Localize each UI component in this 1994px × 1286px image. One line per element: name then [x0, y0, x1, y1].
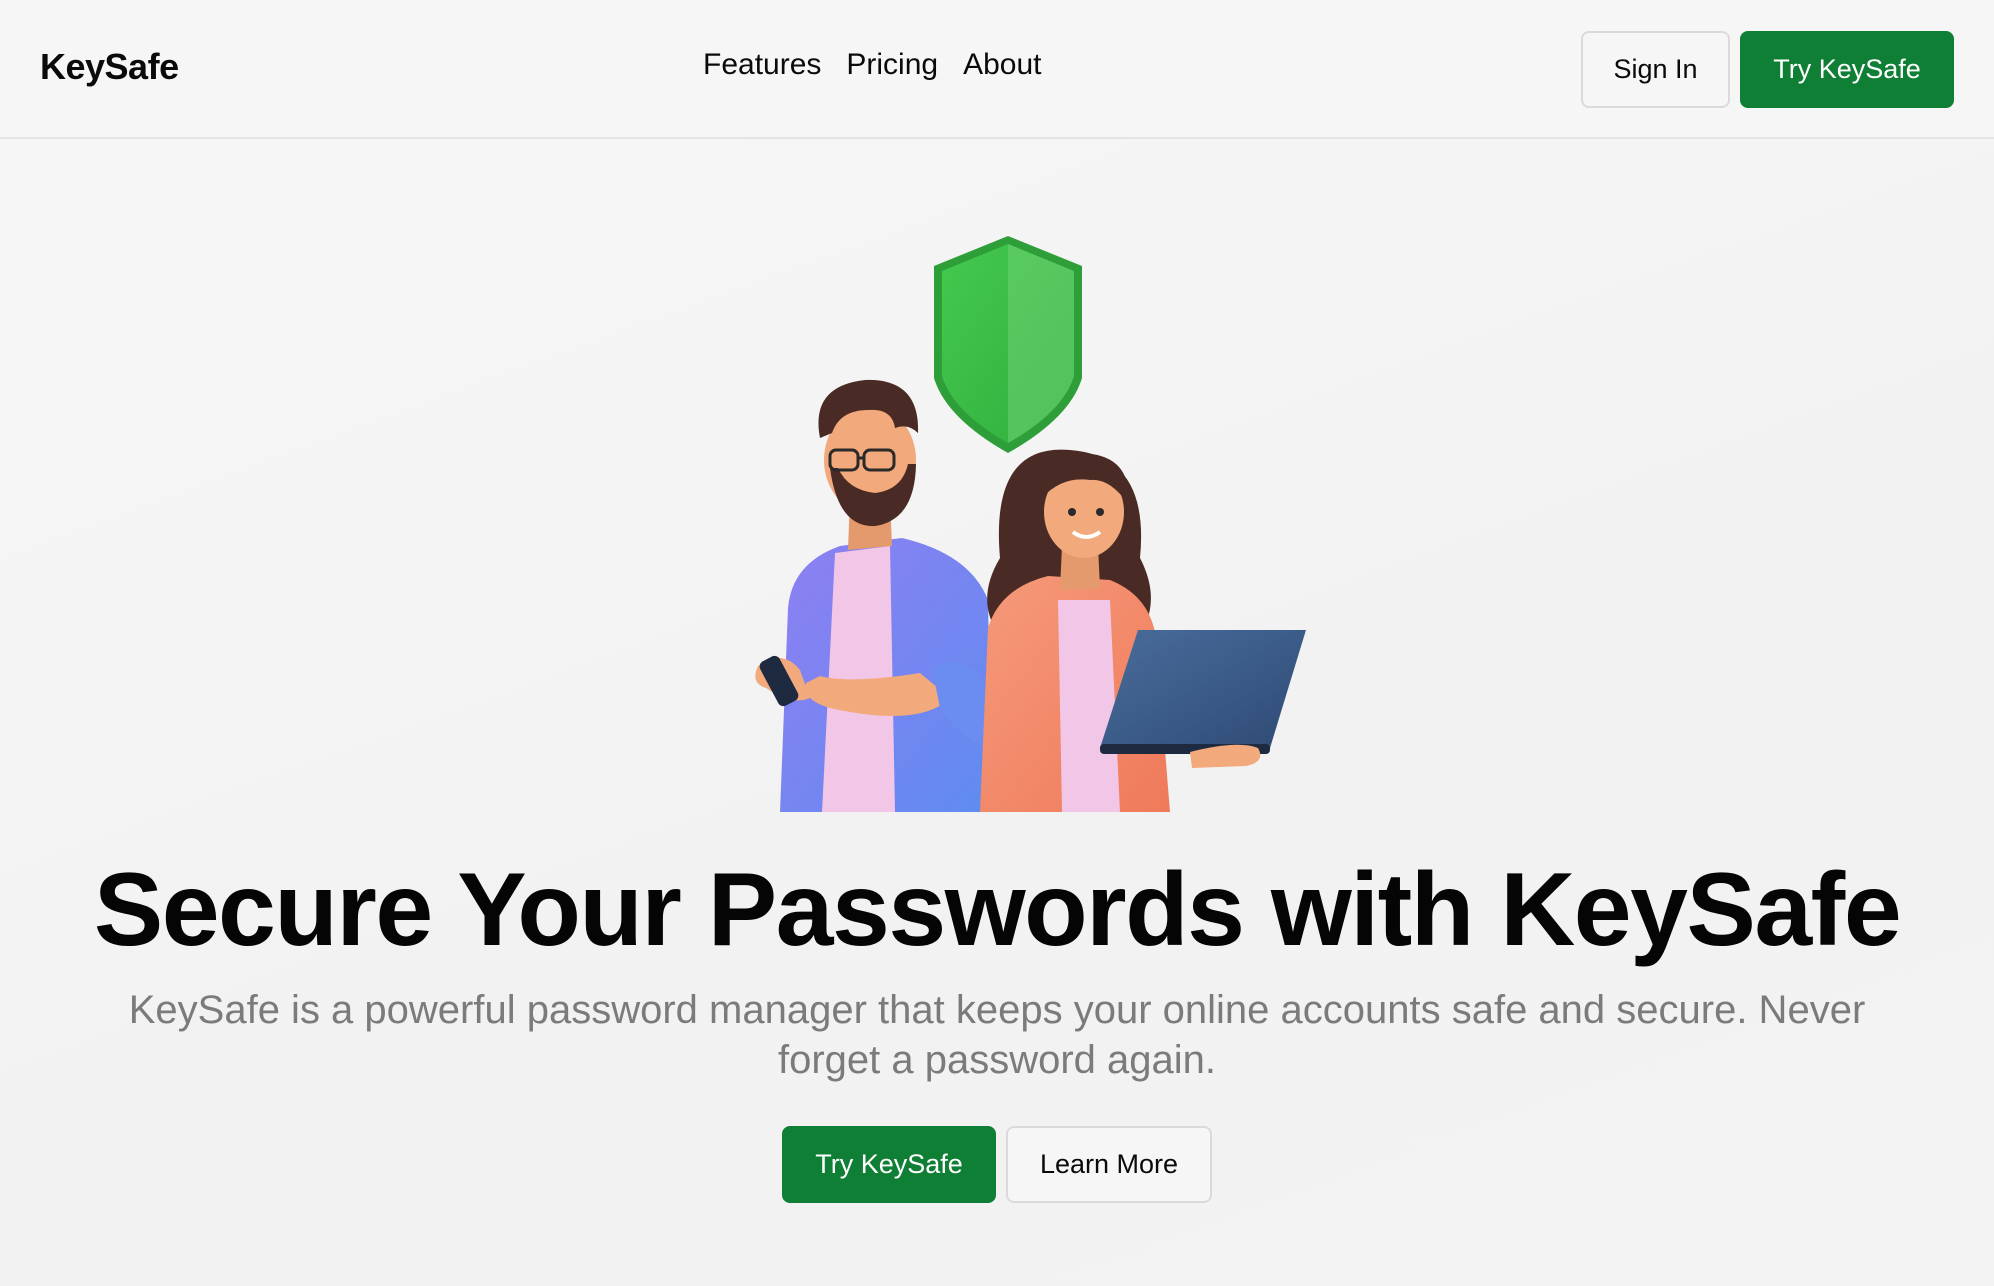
hero-try-button[interactable]: Try KeySafe [782, 1126, 996, 1203]
landing-page: KeySafe Features Pricing About Sign In T… [0, 0, 1994, 1286]
top-navbar: KeySafe Features Pricing About Sign In T… [0, 0, 1994, 139]
nav-link-pricing[interactable]: Pricing [846, 48, 938, 82]
learn-more-button[interactable]: Learn More [1006, 1126, 1212, 1203]
hero-illustration [755, 236, 1306, 812]
hero-subtitle: KeySafe is a powerful password manager t… [128, 988, 1866, 1082]
man-figure [755, 379, 992, 812]
header-try-button[interactable]: Try KeySafe [1740, 31, 1954, 108]
main-nav: Features Pricing About [703, 48, 1042, 82]
brand-logo[interactable]: KeySafe [40, 46, 179, 88]
nav-link-about[interactable]: About [963, 48, 1041, 82]
sign-in-button[interactable]: Sign In [1581, 31, 1730, 108]
shield-icon [934, 236, 1082, 453]
nav-link-features[interactable]: Features [703, 48, 821, 82]
hero-title: Secure Your Passwords with KeySafe [93, 852, 1902, 968]
woman-figure [980, 449, 1306, 812]
